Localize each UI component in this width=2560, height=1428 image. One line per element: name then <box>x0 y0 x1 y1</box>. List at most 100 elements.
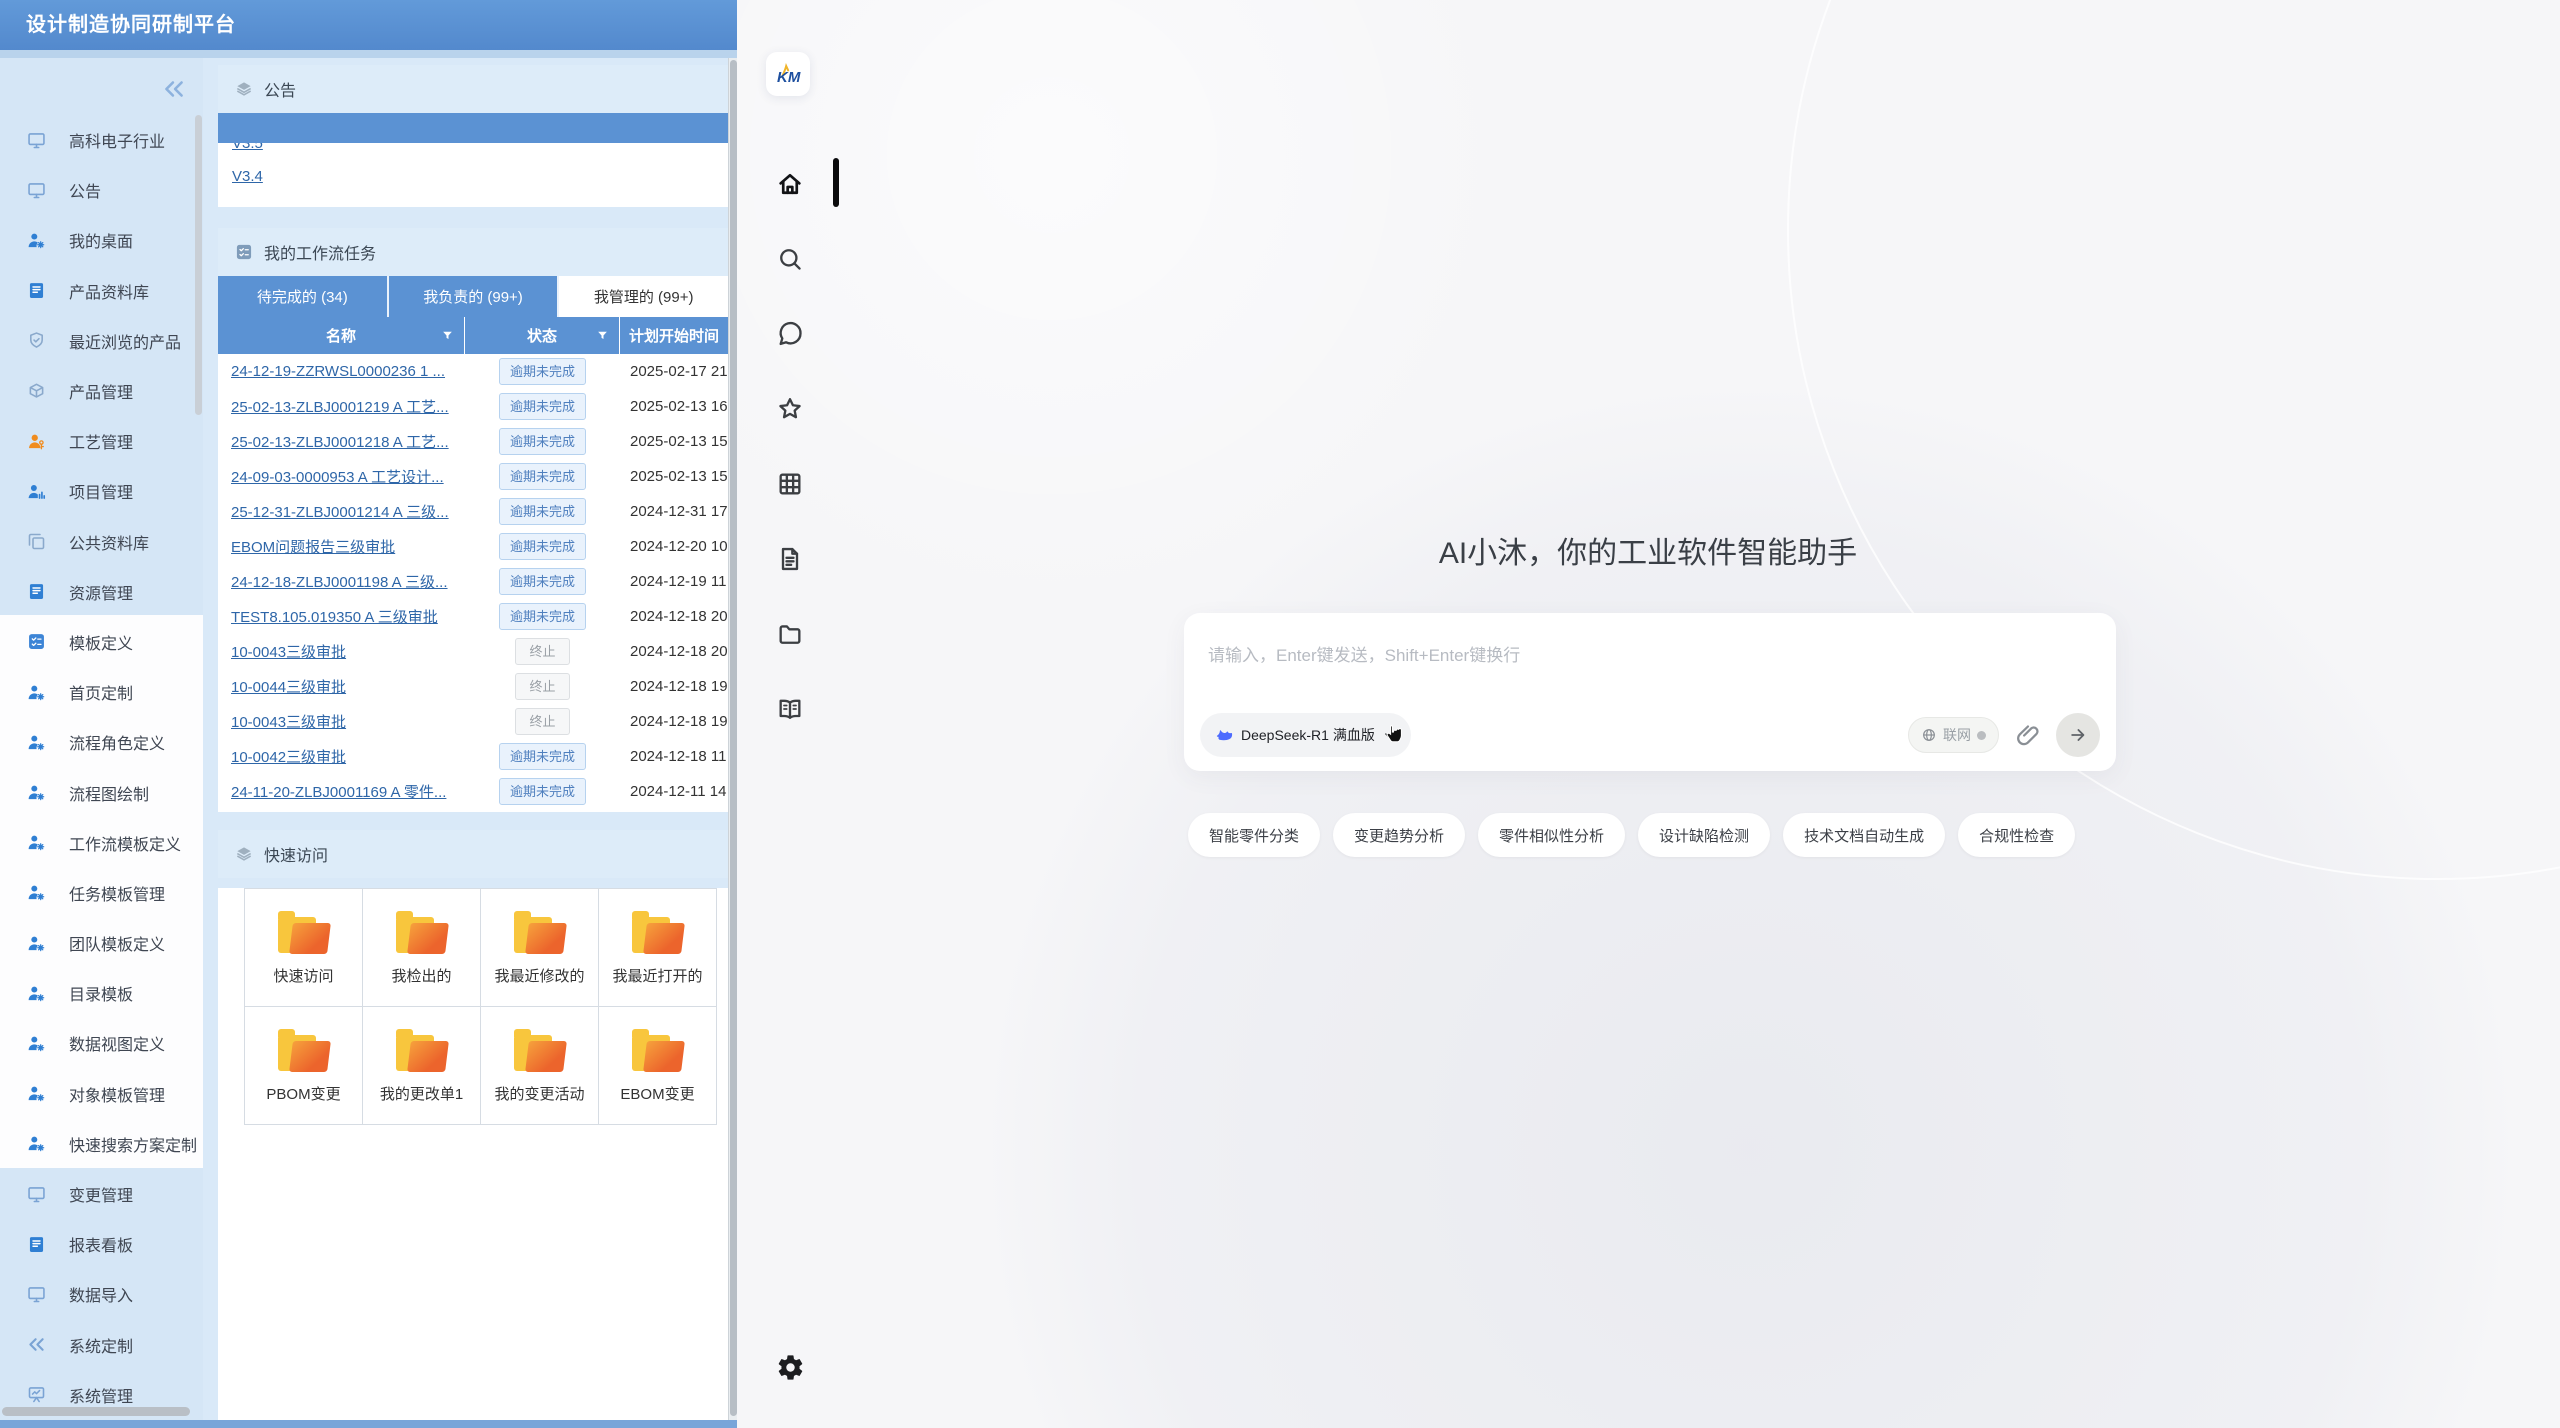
announcement-link[interactable]: V3.5 <box>232 143 263 152</box>
rail-button[interactable] <box>776 470 804 498</box>
sidebar-item[interactable]: 变更管理 <box>0 1169 203 1219</box>
table-row[interactable]: 10-0044三级审批 终止 2024-12-18 19 <box>218 669 728 704</box>
send-button[interactable] <box>2056 713 2100 757</box>
table-row[interactable]: 10-0043三级审批 终止 2024-12-18 19 <box>218 704 728 739</box>
km-logo[interactable]: KM <box>766 52 810 96</box>
rail-button[interactable] <box>776 695 804 723</box>
suggestion-chip[interactable]: 设计缺陷检测 <box>1638 813 1770 857</box>
sidebar-item[interactable]: 项目管理 <box>0 466 203 516</box>
task-name-link[interactable]: 24-09-03-0000953 A 工艺设计... <box>231 469 444 486</box>
sidebar-item[interactable]: 目录模板 <box>0 968 203 1018</box>
table-row[interactable]: 25-12-31-ZLBJ0001214 A 三级... 逾期未完成 2024-… <box>218 494 728 529</box>
sidebar-item[interactable]: 数据视图定义 <box>0 1018 203 1068</box>
table-row[interactable]: 25-02-13-ZLBJ0001218 A 工艺... 逾期未完成 2025-… <box>218 424 728 459</box>
sidebar-item[interactable]: 数据导入 <box>0 1269 203 1319</box>
funnel-icon[interactable] <box>596 329 609 342</box>
sidebar-item[interactable]: 资源管理 <box>0 567 203 617</box>
table-row[interactable]: 24-12-18-ZLBJ0001198 A 三级... 逾期未完成 2024-… <box>218 564 728 599</box>
sidebar-horizontal-scrollbar[interactable] <box>2 1407 190 1416</box>
task-name-link[interactable]: 10-0044三级审批 <box>231 679 346 696</box>
task-name-link[interactable]: 24-12-18-ZLBJ0001198 A 三级... <box>231 574 448 591</box>
rail-button[interactable] <box>776 170 804 198</box>
task-name-link[interactable]: 10-0043三级审批 <box>231 644 346 661</box>
quick-access-folder[interactable]: 我最近打开的 <box>599 889 717 1007</box>
table-row[interactable]: 10-0043三级审批 终止 2024-12-18 20 <box>218 634 728 669</box>
announcement-item[interactable] <box>218 113 728 143</box>
search-icon <box>776 245 804 273</box>
suggestion-chip[interactable]: 变更趋势分析 <box>1333 813 1465 857</box>
table-row[interactable]: 24-09-03-0000953 A 工艺设计... 逾期未完成 2025-02… <box>218 459 728 494</box>
task-name-link[interactable]: 24-12-19-ZZRWSL0000236 1 ... <box>231 363 445 380</box>
sidebar-item[interactable]: 我的桌面 <box>0 215 203 265</box>
app-vertical-scrollbar[interactable] <box>728 58 737 1420</box>
sidebar-collapse-button[interactable] <box>161 76 187 102</box>
table-row[interactable]: 10-0042三级审批 逾期未完成 2024-12-18 11 <box>218 739 728 774</box>
table-row[interactable]: 25-02-13-ZLBJ0001219 A 工艺... 逾期未完成 2025-… <box>218 389 728 424</box>
table-row[interactable]: 24-12-19-ZZRWSL0000236 1 ... 逾期未完成 2025-… <box>218 354 728 389</box>
quick-access-folder[interactable]: 我最近修改的 <box>481 889 599 1007</box>
sidebar-item[interactable]: 高科电子行业 <box>0 115 203 165</box>
sidebar-item[interactable]: 产品管理 <box>0 366 203 416</box>
sidebar-item[interactable]: 公告 <box>0 165 203 215</box>
quick-access-folder[interactable]: 我的变更活动 <box>481 1007 599 1125</box>
sidebar-item[interactable]: 系统定制 <box>0 1320 203 1370</box>
sidebar-item[interactable]: 工艺管理 <box>0 416 203 466</box>
sidebar-item[interactable]: 任务模板管理 <box>0 868 203 918</box>
suggestion-chip[interactable]: 零件相似性分析 <box>1478 813 1625 857</box>
sidebar-item[interactable]: 流程图绘制 <box>0 767 203 817</box>
quick-access-folder[interactable]: EBOM变更 <box>599 1007 717 1125</box>
quick-access-folder[interactable]: 快速访问 <box>245 889 363 1007</box>
sidebar-item[interactable]: 团队模板定义 <box>0 918 203 968</box>
sidebar-item[interactable]: 快速搜索方案定制 <box>0 1119 203 1169</box>
suggestion-chip[interactable]: 智能零件分类 <box>1188 813 1320 857</box>
settings-button[interactable] <box>776 1353 805 1382</box>
suggestion-chip[interactable]: 技术文档自动生成 <box>1783 813 1945 857</box>
task-name-link[interactable]: 25-02-13-ZLBJ0001219 A 工艺... <box>231 399 449 416</box>
chat-input[interactable]: 请输入，Enter键发送，Shift+Enter键换行 <box>1208 641 1520 666</box>
table-row[interactable]: EBOM问题报告三级审批 逾期未完成 2024-12-20 10 <box>218 529 728 564</box>
announcement-item[interactable]: V3.4 <box>218 162 728 186</box>
sidebar-item[interactable]: 公共资料库 <box>0 517 203 567</box>
task-column-header[interactable]: 计划开始时间 <box>620 317 728 354</box>
rail-button[interactable] <box>776 245 804 273</box>
task-name-link[interactable]: 25-12-31-ZLBJ0001214 A 三级... <box>231 504 449 521</box>
sidebar-item[interactable]: 工作流模板定义 <box>0 818 203 868</box>
suggestion-chip[interactable]: 合规性检查 <box>1958 813 2075 857</box>
task-column-header[interactable]: 状态 <box>465 317 620 354</box>
task-name-link[interactable]: TEST8.105.019350 A 三级审批 <box>231 609 438 626</box>
table-row[interactable]: 逾期未完成 <box>218 809 728 812</box>
sidebar-item[interactable]: 报表看板 <box>0 1219 203 1269</box>
task-name-link[interactable]: 24-11-20-ZLBJ0001169 A 零件... <box>231 784 446 801</box>
attach-button[interactable] <box>2014 722 2041 749</box>
announcements-list: V3.5 V3.4 <box>218 113 728 207</box>
sidebar-item[interactable]: 模板定义 <box>0 617 203 667</box>
model-selector[interactable]: DeepSeek-R1 满血版 <box>1200 713 1411 757</box>
announcement-item[interactable]: V3.5 <box>218 143 728 162</box>
sidebar-item[interactable]: 产品资料库 <box>0 266 203 316</box>
web-search-toggle[interactable]: 联网 <box>1908 717 1999 753</box>
task-name-link[interactable]: EBOM问题报告三级审批 <box>231 539 395 556</box>
sidebar-item[interactable]: 首页定制 <box>0 667 203 717</box>
task-name-link[interactable]: 10-0043三级审批 <box>231 714 346 731</box>
rail-button[interactable] <box>776 620 804 648</box>
table-row[interactable]: 24-11-20-ZLBJ0001169 A 零件... 逾期未完成 2024-… <box>218 774 728 809</box>
funnel-icon[interactable] <box>441 329 454 342</box>
rail-button[interactable] <box>776 320 804 348</box>
task-tab[interactable]: 待完成的 (34) <box>218 276 389 317</box>
rail-button[interactable] <box>776 545 804 573</box>
quick-access-folder[interactable]: 我检出的 <box>363 889 481 1007</box>
quick-access-folder[interactable]: 我的更改单1 <box>363 1007 481 1125</box>
table-row[interactable]: TEST8.105.019350 A 三级审批 逾期未完成 2024-12-18… <box>218 599 728 634</box>
task-name-link[interactable]: 25-02-13-ZLBJ0001218 A 工艺... <box>231 434 449 451</box>
quick-access-folder[interactable]: PBOM变更 <box>245 1007 363 1125</box>
task-name-link[interactable]: 10-0042三级审批 <box>231 749 346 766</box>
task-column-header[interactable]: 名称 <box>218 317 465 354</box>
sidebar-item[interactable]: 对象模板管理 <box>0 1069 203 1119</box>
sidebar-scrollbar-thumb[interactable] <box>195 115 202 415</box>
sidebar-item[interactable]: 最近浏览的产品 <box>0 316 203 366</box>
task-tab[interactable]: 我负责的 (99+) <box>389 276 560 317</box>
sidebar-item[interactable]: 流程角色定义 <box>0 717 203 767</box>
task-tab[interactable]: 我管理的 (99+) <box>559 276 728 317</box>
announcement-link[interactable]: V3.4 <box>232 168 263 185</box>
rail-button[interactable] <box>776 395 804 423</box>
